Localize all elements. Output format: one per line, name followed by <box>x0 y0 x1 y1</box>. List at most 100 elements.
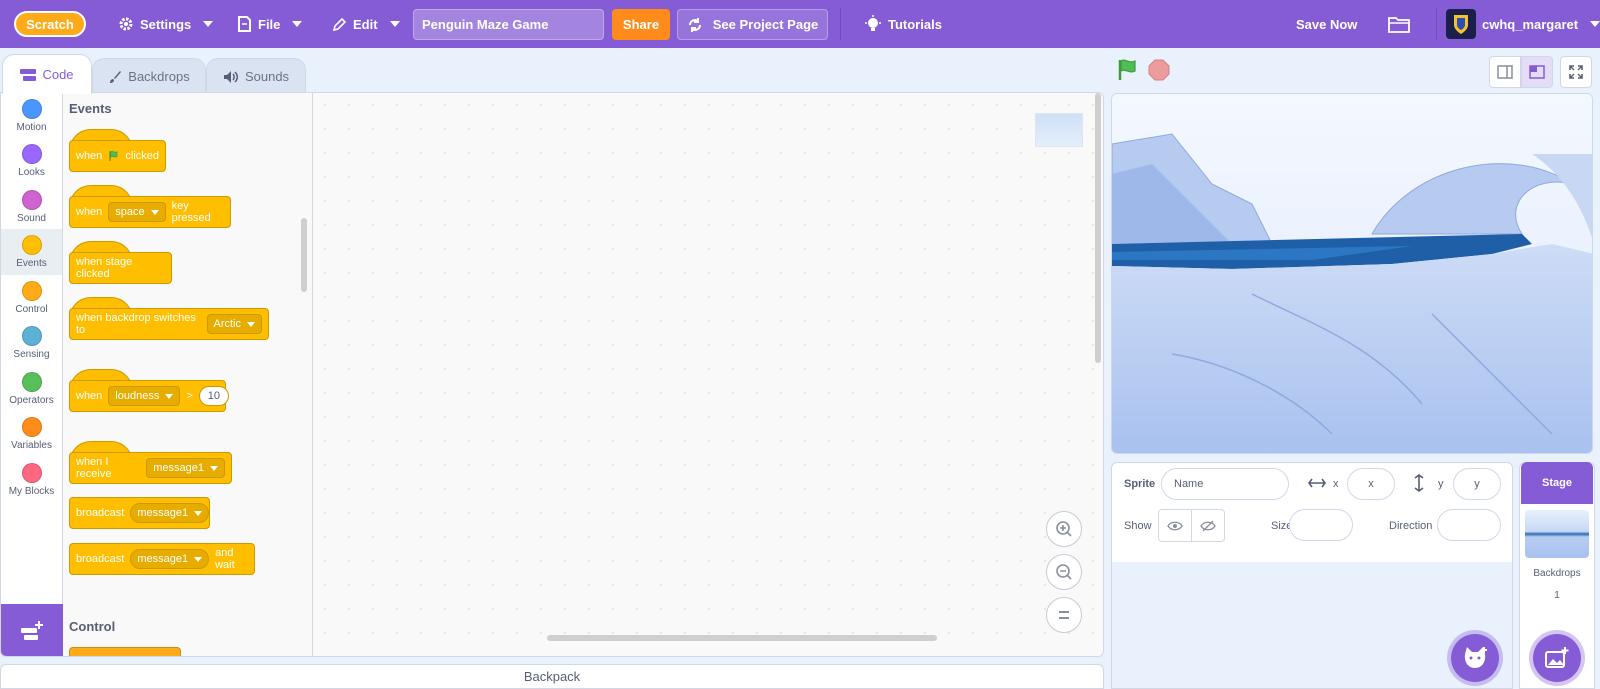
backdrop-dropdown[interactable]: Arctic <box>206 314 262 334</box>
tab-sounds[interactable]: Sounds <box>206 58 306 94</box>
canvas-vertical-scrollbar[interactable] <box>1095 93 1101 363</box>
account-menu[interactable]: cwhq_margaret <box>1446 0 1600 48</box>
block-broadcast-and-wait[interactable]: broadcast message1 and wait <box>69 543 255 575</box>
large-stage-button[interactable] <box>1521 56 1553 88</box>
green-flag-button[interactable] <box>1116 58 1140 82</box>
backpack[interactable]: Backpack <box>0 664 1104 689</box>
chevron-down-icon <box>150 209 159 215</box>
my-stuff-button[interactable] <box>1388 0 1410 48</box>
show-visible-button[interactable] <box>1158 509 1192 542</box>
canvas-horizontal-scrollbar[interactable] <box>547 635 937 641</box>
zoom-in-button[interactable] <box>1046 511 1082 547</box>
flyout-scrollbar[interactable] <box>301 218 307 292</box>
script-canvas[interactable] <box>313 93 1103 656</box>
block-text: broadcast <box>76 507 125 519</box>
arctic-backdrop <box>1112 94 1592 453</box>
settings-label: Settings <box>140 16 192 32</box>
block-when-i-receive[interactable]: when I receive message1 <box>69 452 232 484</box>
edit-label: Edit <box>353 16 378 32</box>
fullscreen-button[interactable] <box>1560 56 1592 88</box>
edit-menu[interactable]: Edit <box>332 0 400 48</box>
choose-backdrop-button[interactable] <box>1533 634 1581 682</box>
dropdown-value: loudness <box>115 390 160 402</box>
key-dropdown[interactable]: space <box>108 202 166 222</box>
tab-sounds-label: Sounds <box>244 69 290 84</box>
category-operators[interactable]: Operators <box>1 366 62 412</box>
category-label: Looks <box>18 167 45 178</box>
choose-sprite-button[interactable] <box>1451 634 1499 682</box>
stage-minimap <box>1035 113 1083 147</box>
block-when-loudness[interactable]: when loudness > 10 <box>69 380 230 412</box>
show-label: Show <box>1124 520 1152 532</box>
dropdown-value: space <box>115 206 145 218</box>
looks-icon <box>21 144 42 164</box>
zoom-reset-button[interactable] <box>1046 597 1082 633</box>
eye-icon <box>1167 521 1183 530</box>
direction-input[interactable] <box>1437 509 1501 541</box>
backdrops-count: 1 <box>1554 590 1560 601</box>
small-stage-button[interactable] <box>1489 56 1521 88</box>
category-looks[interactable]: Looks <box>1 138 62 184</box>
sprite-info-panel: Sprite Name x x y y Show Size Direction <box>1111 462 1513 563</box>
show-hidden-button[interactable] <box>1191 509 1225 542</box>
control-section-title: Control <box>69 619 116 634</box>
add-extension-icon <box>21 621 43 640</box>
project-title-input[interactable]: Penguin Maze Game <box>413 9 604 40</box>
category-label: Motion <box>16 122 47 133</box>
size-input[interactable] <box>1289 509 1353 541</box>
y-input[interactable]: y <box>1453 468 1501 500</box>
add-extension-button[interactable] <box>1 604 63 656</box>
backdrop-thumbnail[interactable] <box>1525 510 1589 558</box>
stage-canvas[interactable] <box>1111 93 1593 454</box>
share-button[interactable]: Share <box>612 9 670 40</box>
block-when-key-pressed[interactable]: when space key pressed <box>69 196 231 228</box>
tab-code[interactable]: Code <box>2 54 92 94</box>
file-menu[interactable]: File <box>237 0 303 48</box>
file-icon <box>238 16 251 32</box>
see-project-page-button[interactable]: See Project Page <box>677 9 828 40</box>
category-my-blocks[interactable]: My Blocks <box>1 457 62 503</box>
tab-backdrops[interactable]: Backdrops <box>92 58 206 94</box>
tutorials-button[interactable]: Tutorials <box>864 0 942 48</box>
category-label: Operators <box>9 395 54 406</box>
lightbulb-icon <box>865 15 881 31</box>
category-motion[interactable]: Motion <box>1 93 62 139</box>
control-icon <box>21 281 42 301</box>
chevron-down-icon <box>194 510 203 516</box>
message-dropdown[interactable]: message1 <box>130 503 210 523</box>
blocks-flyout: Events when clicked when space key press… <box>63 93 313 656</box>
category-label: Events <box>16 258 47 269</box>
block-control-partial[interactable] <box>69 647 181 656</box>
stop-button[interactable] <box>1148 59 1170 81</box>
vertical-arrows-icon <box>1414 474 1424 492</box>
x-input[interactable]: x <box>1347 468 1395 500</box>
block-text: when <box>76 390 103 402</box>
category-label: My Blocks <box>8 486 55 497</box>
refresh-icon <box>688 17 701 32</box>
save-now-button[interactable]: Save Now <box>1296 0 1357 48</box>
events-section-title: Events <box>69 101 112 116</box>
category-control[interactable]: Control <box>1 275 62 321</box>
scratch-logo[interactable]: Scratch <box>14 10 86 38</box>
message-dropdown[interactable]: message1 <box>130 549 210 569</box>
message-dropdown[interactable]: message1 <box>146 458 225 478</box>
category-sound[interactable]: Sound <box>1 184 62 230</box>
block-when-flag-clicked[interactable]: when clicked <box>69 140 166 172</box>
block-broadcast[interactable]: broadcast message1 <box>69 497 210 529</box>
zoom-out-button[interactable] <box>1046 554 1082 590</box>
menu-divider <box>1436 8 1437 40</box>
chevron-down-icon <box>389 21 400 27</box>
block-when-backdrop-switches[interactable]: when backdrop switches to Arctic <box>69 308 269 340</box>
category-variables[interactable]: Variables <box>1 411 62 457</box>
category-sensing[interactable]: Sensing <box>1 320 62 366</box>
sprite-name-input[interactable]: Name <box>1161 468 1289 500</box>
threshold-input[interactable]: 10 <box>198 386 230 406</box>
settings-menu[interactable]: Settings <box>118 0 214 48</box>
motion-icon <box>21 99 42 119</box>
block-when-stage-clicked[interactable]: when stage clicked <box>69 252 172 284</box>
sensor-dropdown[interactable]: loudness <box>108 386 181 406</box>
category-events[interactable]: Events <box>1 229 62 275</box>
tutorials-label: Tutorials <box>888 16 942 32</box>
category-label: Variables <box>11 440 52 451</box>
sprite-list-pane <box>1111 562 1513 689</box>
